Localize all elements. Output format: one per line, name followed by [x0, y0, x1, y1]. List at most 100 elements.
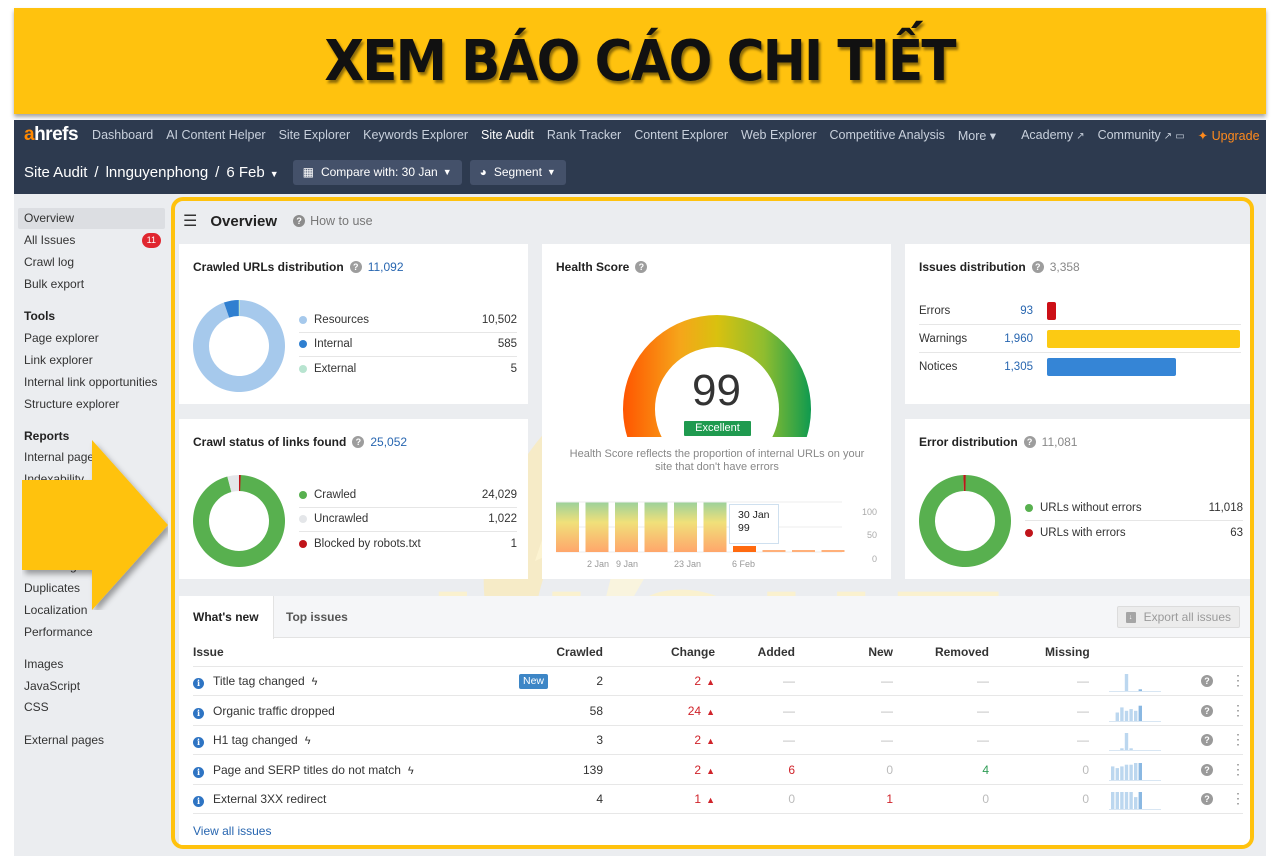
tab-top-issues[interactable]: Top issues [272, 596, 362, 638]
nav-dashboard[interactable]: Dashboard [92, 128, 153, 142]
added-cell[interactable]: — [733, 697, 795, 726]
crawled-cell[interactable]: 4 [533, 785, 603, 814]
trend-sparkline[interactable] [1109, 702, 1161, 722]
missing-cell[interactable]: 0 [1033, 785, 1089, 814]
how-to-use-link[interactable]: How to use [310, 214, 373, 228]
table-row[interactable]: i H1 tag changed ϟ 3 2 ▲ — — — —? ⋮ [193, 726, 1245, 755]
sidebar-item-all-issues[interactable]: All Issues 11 [18, 230, 165, 251]
total-count-link[interactable]: 11,092 [368, 260, 404, 274]
issue-name-cell[interactable]: i Organic traffic dropped [193, 697, 335, 726]
help-icon[interactable]: ? [1201, 763, 1213, 776]
issue-name-cell[interactable]: i Page and SERP titles do not match ϟ [193, 756, 414, 785]
help-icon[interactable]: ? [293, 215, 306, 227]
table-row[interactable]: i Page and SERP titles do not match ϟ 139 2 ▲… [193, 756, 1245, 785]
issues-dist-row[interactable]: Errors 93 [919, 297, 1241, 325]
crawled-cell[interactable]: 3 [533, 726, 603, 755]
error-distribution-donut[interactable] [917, 473, 1013, 569]
export-all-issues-button[interactable]: ↓ Export all issues [1116, 606, 1240, 628]
legend-item[interactable]: External 5 [299, 357, 517, 382]
removed-cell[interactable]: 0 [913, 785, 989, 814]
sidebar-item-crawl-log[interactable]: Crawl log [18, 252, 165, 273]
col-issue[interactable]: Issue [193, 638, 224, 667]
change-cell[interactable]: 24 ▲ [633, 697, 715, 726]
added-cell[interactable]: 6 [733, 756, 795, 785]
new-cell[interactable]: — [833, 697, 893, 726]
upgrade-button[interactable]: ✦ Upgrade [1198, 128, 1260, 143]
legend-item[interactable]: Uncrawled 1,022 [299, 508, 517, 532]
view-all-issues-link[interactable]: View all issues [193, 824, 271, 838]
sidebar-item-internal-link-opportunities[interactable]: Internal link opportunities [18, 372, 165, 393]
missing-cell[interactable]: — [1033, 697, 1089, 726]
more-options-icon[interactable]: ⋮ [1231, 732, 1245, 746]
change-cell[interactable]: 2 ▲ [633, 667, 715, 696]
added-cell[interactable]: — [733, 726, 795, 755]
missing-cell[interactable]: 0 [1033, 756, 1089, 785]
nav-competitive-analysis[interactable]: Competitive Analysis [830, 128, 945, 142]
crawl-status-donut[interactable] [191, 473, 287, 569]
change-cell[interactable]: 1 ▲ [633, 785, 715, 814]
crawled-cell[interactable]: 58 [533, 697, 603, 726]
issues-dist-bar[interactable] [1047, 301, 1056, 320]
issues-dist-row[interactable]: Warnings 1,960 [919, 325, 1241, 353]
sidebar-item-external-pages[interactable]: External pages [18, 730, 165, 751]
nav-academy[interactable]: Academy ↗ [1021, 128, 1085, 142]
nav-site-audit[interactable]: Site Audit [481, 128, 534, 142]
nav-rank-tracker[interactable]: Rank Tracker [547, 128, 621, 142]
sidebar-item-css[interactable]: CSS [18, 697, 165, 718]
help-icon[interactable]: ? [1201, 793, 1213, 805]
issue-name-cell[interactable]: i H1 tag changed ϟ [193, 726, 311, 755]
issues-dist-value[interactable]: 93 [987, 305, 1033, 317]
table-row[interactable]: i Title tag changed ϟ New 2 2 ▲ — — — —? ⋮ [193, 667, 1245, 696]
help-icon[interactable]: ? [1023, 436, 1036, 448]
table-row[interactable]: i Organic traffic dropped 58 24 ▲ — — — —? ⋮ [193, 697, 1245, 726]
new-cell[interactable]: 1 [833, 785, 893, 814]
ahrefs-logo[interactable]: ahrefs [24, 124, 79, 146]
change-cell[interactable]: 2 ▲ [633, 726, 715, 755]
missing-cell[interactable]: — [1033, 726, 1089, 755]
col-removed[interactable]: Removed [913, 638, 989, 667]
nav-content-explorer[interactable]: Content Explorer [634, 128, 728, 142]
trend-sparkline[interactable] [1109, 790, 1161, 810]
trend-sparkline[interactable] [1109, 761, 1161, 781]
history-bar[interactable] [674, 502, 697, 553]
tab-whats-new[interactable]: What's new [179, 596, 274, 639]
removed-cell[interactable]: — [913, 667, 989, 696]
issue-name-cell[interactable]: i External 3XX redirect [193, 785, 326, 814]
sidebar-item-bulk-export[interactable]: Bulk export [18, 274, 165, 295]
removed-cell[interactable]: — [913, 697, 989, 726]
issues-dist-bar[interactable] [1047, 358, 1176, 376]
health-history-chart[interactable]: 2 Jan 9 Jan 23 Jan 6 Feb 100 50 0 [542, 494, 891, 574]
history-bar[interactable] [792, 550, 815, 552]
legend-item[interactable]: Internal 585 [299, 333, 517, 357]
new-cell[interactable]: — [833, 667, 893, 696]
history-bar[interactable] [556, 502, 579, 553]
history-bar[interactable] [821, 550, 845, 552]
sidebar-item-images[interactable]: Images [18, 654, 165, 675]
history-bar[interactable] [762, 550, 786, 552]
new-cell[interactable]: 0 [833, 756, 893, 785]
removed-cell[interactable]: — [913, 726, 989, 755]
new-cell[interactable]: — [833, 726, 893, 755]
change-cell[interactable]: 2 ▲ [633, 756, 715, 785]
help-icon[interactable]: ? [1031, 261, 1044, 273]
more-options-icon[interactable]: ⋮ [1231, 762, 1245, 776]
legend-item[interactable]: URLs with errors 63 [1025, 521, 1243, 546]
nav-site-explorer[interactable]: Site Explorer [279, 128, 351, 142]
more-options-icon[interactable]: ⋮ [1231, 791, 1245, 805]
legend-item[interactable]: URLs without errors 11,018 [1025, 496, 1243, 521]
help-icon[interactable]: ? [1201, 704, 1213, 717]
breadcrumb-project[interactable]: lnnguyenphong [106, 164, 209, 181]
breadcrumb-site-audit[interactable]: Site Audit [24, 164, 87, 181]
total-count-link[interactable]: 25,052 [370, 435, 407, 449]
legend-item[interactable]: Blocked by robots.txt 1 [299, 532, 517, 557]
sidebar-item-performance[interactable]: Performance [18, 622, 165, 643]
sidebar-item-overview[interactable]: Overview [18, 208, 165, 229]
more-options-icon[interactable]: ⋮ [1231, 703, 1245, 717]
crawl-date-selector[interactable]: 6 Feb ▼ [226, 164, 278, 181]
crawled-urls-donut[interactable] [191, 298, 287, 394]
table-row[interactable]: i External 3XX redirect 4 1 ▲ 0 1 0 0? ⋮ [193, 785, 1245, 814]
removed-cell[interactable]: 4 [913, 756, 989, 785]
history-bar[interactable] [585, 502, 609, 553]
issues-dist-value[interactable]: 1,960 [987, 333, 1033, 345]
sidebar-item-javascript[interactable]: JavaScript [18, 676, 165, 697]
